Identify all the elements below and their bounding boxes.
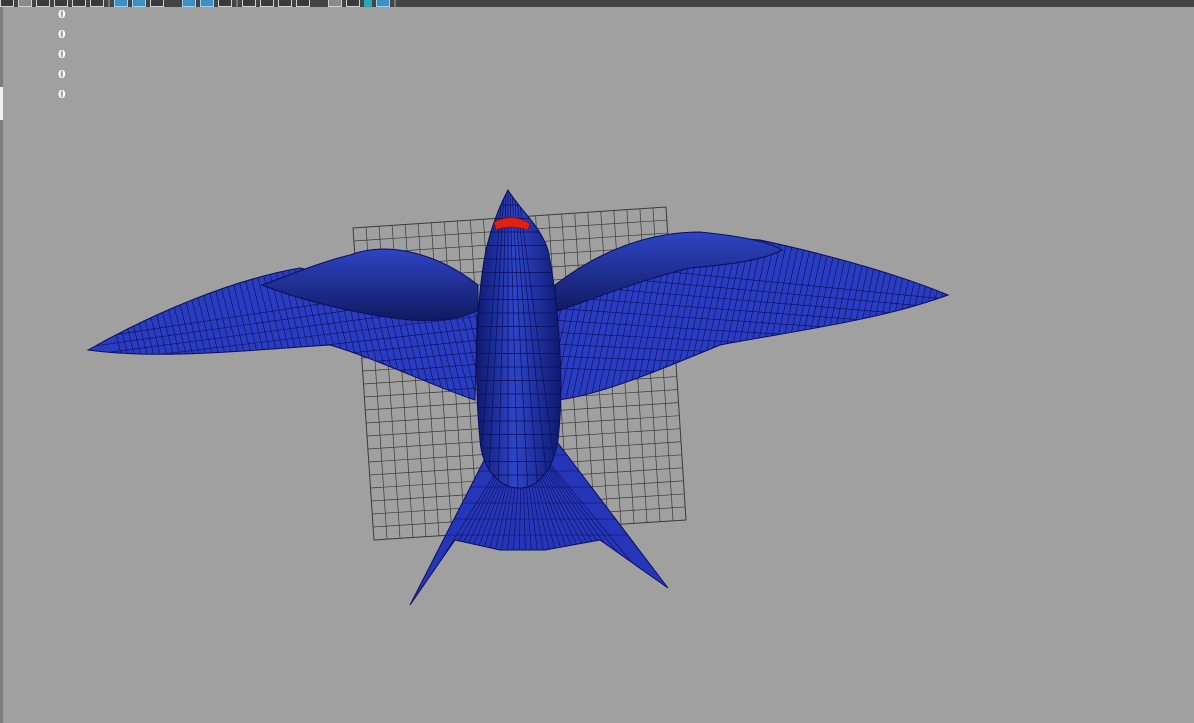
move-icon[interactable] xyxy=(54,0,68,7)
select-icon[interactable] xyxy=(0,0,14,7)
right-wing xyxy=(554,231,950,401)
hud-value: 0 xyxy=(58,8,66,21)
shading-icon[interactable] xyxy=(132,0,146,7)
viewport-3d[interactable] xyxy=(0,0,1194,723)
hud-value: 0 xyxy=(58,48,66,61)
shadow-icon[interactable] xyxy=(218,0,232,7)
active-panel-marker xyxy=(0,87,3,120)
wireframe-icon[interactable] xyxy=(150,0,164,7)
left-wing xyxy=(86,248,479,401)
panel-edge xyxy=(0,7,3,723)
scale-icon[interactable] xyxy=(90,0,104,7)
toolbar-divider xyxy=(236,0,238,7)
frame-icon[interactable] xyxy=(296,0,310,7)
hud-value: 0 xyxy=(58,28,66,41)
grid-icon[interactable] xyxy=(278,0,292,7)
paint-icon[interactable] xyxy=(36,0,50,7)
lasso-icon[interactable] xyxy=(18,0,32,7)
resolution-gate-icon[interactable] xyxy=(376,0,390,7)
camera-icon[interactable] xyxy=(114,0,128,7)
color-icon[interactable] xyxy=(364,0,372,7)
lighting-icon[interactable] xyxy=(200,0,214,7)
textured-icon[interactable] xyxy=(182,0,196,7)
viewport-toolbar xyxy=(0,0,1194,7)
bookmark-icon[interactable] xyxy=(346,0,360,7)
toolbar-divider xyxy=(108,0,110,7)
hud-icon[interactable] xyxy=(328,0,342,7)
xray-icon[interactable] xyxy=(260,0,274,7)
rotate-icon[interactable] xyxy=(72,0,86,7)
isolate-icon[interactable] xyxy=(242,0,256,7)
body xyxy=(476,188,562,489)
toolbar-divider xyxy=(394,0,396,7)
hud-value: 0 xyxy=(58,68,66,81)
hud-value: 0 xyxy=(58,88,66,101)
heads-up-display: 0 0 0 0 0 xyxy=(58,8,78,108)
